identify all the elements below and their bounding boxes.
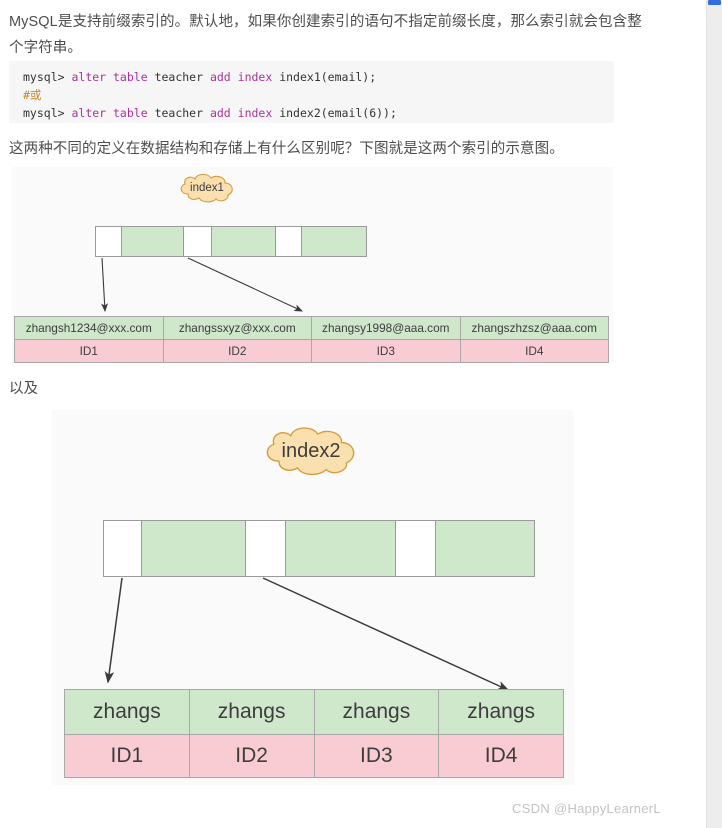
sql-code-block: mysql> alter table teacher add index ind…: [9, 61, 614, 123]
index1-cloud-shape: index1: [175, 172, 239, 204]
question-paragraph: 这两种不同的定义在数据结构和存储上有什么区别呢？下图就是这两个索引的示意图。: [9, 141, 564, 157]
code-comment: #或: [23, 88, 42, 102]
id-cell: ID2: [162, 339, 312, 363]
intro-paragraph: MySQL是支持前缀索引的。默认地，如果你创建索引的语句不指定前缀长度，那么索引…: [9, 14, 642, 56]
article-page: MySQL是支持前缀索引的。默认地，如果你创建索引的语句不指定前缀长度，那么索引…: [0, 0, 706, 828]
index1-bar-segment-white-3: [276, 227, 302, 256]
code-plain-1b: index1(email);: [279, 70, 377, 84]
index2-bar-segment-white-1: [104, 521, 142, 576]
index2-data-table: zhangs zhangs zhangs zhangs ID1 ID2 ID3 …: [64, 689, 564, 778]
index2-bar-segment-white-3: [396, 521, 436, 576]
table-row: zhangs zhangs zhangs zhangs: [64, 689, 564, 735]
index1-data-table: zhangsh1234@xxx.com zhangssxyz@xxx.com z…: [14, 316, 609, 363]
id-cell: ID1: [14, 339, 164, 363]
index1-bar-segment-green-2: [212, 227, 276, 256]
table-row: ID1 ID2 ID3 ID4: [14, 339, 609, 363]
email-cell: zhangssxyz@xxx.com: [162, 316, 312, 340]
watermark-text: CSDN @HappyLearnerL: [512, 801, 661, 816]
index1-bar-segment-green-1: [122, 227, 184, 256]
index2-bar: [103, 520, 535, 577]
index1-bar-segment-white-1: [96, 227, 122, 256]
code-prompt-3: mysql>: [23, 106, 72, 120]
code-plain-1a: teacher: [154, 70, 210, 84]
index1-bar-segment-green-3: [302, 227, 366, 256]
code-keyword-3b: add index: [209, 106, 280, 120]
id-cell: ID4: [438, 734, 564, 778]
index2-bar-segment-white-2: [246, 521, 286, 576]
prefix-cell: zhangs: [188, 689, 315, 735]
code-prompt-1: mysql>: [23, 70, 72, 84]
index2-bar-segment-green-3: [436, 521, 534, 576]
id-cell: ID3: [313, 734, 440, 778]
index2-bar-segment-green-1: [142, 521, 246, 576]
email-cell: zhangsy1998@aaa.com: [311, 316, 461, 340]
table-row: zhangsh1234@xxx.com zhangssxyz@xxx.com z…: [14, 316, 609, 340]
email-cell: zhangszhzsz@aaa.com: [459, 316, 609, 340]
code-keyword-1b: add index: [209, 70, 280, 84]
id-cell: ID1: [64, 734, 190, 778]
id-cell: ID4: [459, 339, 609, 363]
id-cell: ID3: [311, 339, 461, 363]
prefix-cell: zhangs: [313, 689, 440, 735]
code-plain-3a: teacher: [154, 106, 210, 120]
id-cell: ID2: [188, 734, 315, 778]
connector-paragraph: 以及: [9, 381, 39, 397]
cloud-icon: [266, 427, 355, 476]
scrollbar-thumb[interactable]: [708, 0, 721, 5]
code-plain-3b: index2(email(6));: [279, 106, 397, 120]
vertical-scrollbar[interactable]: [706, 0, 722, 828]
index2-cloud-shape: index2: [257, 422, 365, 480]
index2-bar-segment-green-2: [286, 521, 396, 576]
index1-bar-segment-white-2: [184, 227, 212, 256]
index1-bar: [95, 226, 367, 257]
prefix-cell: zhangs: [64, 689, 190, 735]
email-cell: zhangsh1234@xxx.com: [14, 316, 164, 340]
code-keyword-1a: alter table: [71, 70, 155, 84]
prefix-cell: zhangs: [438, 689, 564, 735]
code-keyword-3a: alter table: [71, 106, 155, 120]
table-row: ID1 ID2 ID3 ID4: [64, 734, 564, 778]
cloud-icon: [180, 173, 233, 203]
